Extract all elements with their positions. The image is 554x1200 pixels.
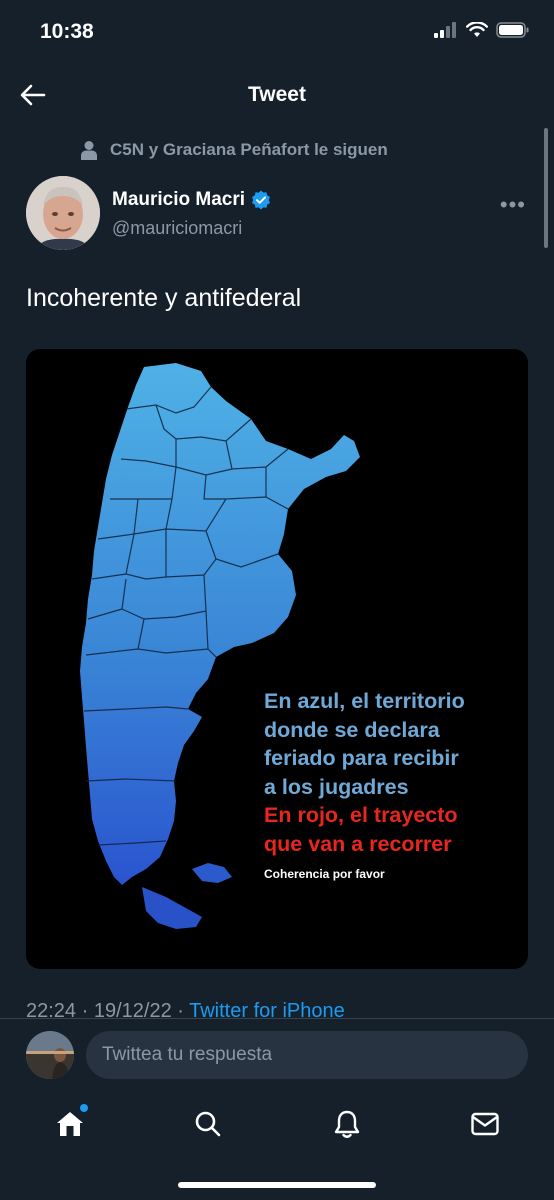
mail-icon [471, 1112, 499, 1136]
tab-notifications[interactable] [327, 1104, 367, 1144]
meta-separator: · [81, 1000, 94, 1020]
tweet-date: 19/12/22 [93, 1000, 172, 1020]
social-context-text: C5N y Graciana Peñafort le siguen [110, 140, 388, 159]
cellular-signal-icon [434, 22, 456, 38]
bell-icon [334, 1110, 360, 1138]
tab-messages[interactable] [465, 1104, 505, 1144]
home-icon [57, 1112, 83, 1136]
more-options-icon[interactable]: ••• [500, 194, 526, 216]
tab-search[interactable] [188, 1104, 228, 1144]
status-icons [434, 22, 530, 38]
caption-blue-line-2: donde se declara [264, 717, 440, 742]
reply-input[interactable] [86, 1031, 528, 1079]
verified-badge-icon [252, 190, 271, 210]
search-icon [195, 1111, 221, 1137]
caption-blue-line-4: a los jugadres [264, 774, 409, 799]
scrollbar[interactable] [544, 128, 548, 248]
person-icon [81, 141, 97, 160]
status-bar: 10:38 [0, 0, 554, 66]
caption-red-line-2: que van a recorrer [264, 831, 452, 856]
user-avatar[interactable] [26, 1031, 74, 1079]
home-indicator[interactable] [178, 1182, 376, 1188]
caption-blue-line-1: En azul, el territorio [264, 689, 465, 713]
tweet-meta: 22:24 · 19/12/22 · Twitter for iPhone [26, 1000, 345, 1020]
notification-dot [80, 1104, 88, 1112]
author-avatar[interactable] [26, 176, 100, 250]
media-caption: En azul, el territorio donde se declara … [264, 687, 465, 882]
wifi-icon [466, 22, 488, 37]
meta-separator: · [177, 1000, 190, 1020]
tweet-header: Mauricio Macri @mauriciomacri ••• [26, 176, 530, 252]
caption-red-line-1: En rojo, el trayecto [264, 803, 458, 827]
battery-icon [496, 22, 529, 38]
reply-bar [0, 1018, 554, 1090]
social-context[interactable]: C5N y Graciana Peñafort le siguen [80, 140, 388, 160]
tweet-text: Incoherente y antifederal [26, 284, 302, 312]
bottom-tab-bar [0, 1090, 554, 1200]
status-time: 10:38 [40, 20, 94, 43]
caption-blue-line-3: feriado para recibir [264, 746, 459, 770]
author-name-text: Mauricio Macri [112, 189, 246, 210]
caption-small-text: Coherencia por favor [264, 867, 385, 881]
tab-home[interactable] [50, 1104, 90, 1144]
author-handle[interactable]: @mauriciomacri [112, 218, 242, 239]
tweet-media-image[interactable]: En azul, el territorio donde se declara … [26, 349, 528, 969]
tweet-source-link[interactable]: Twitter for iPhone [189, 1000, 345, 1020]
page-title: Tweet [248, 83, 306, 106]
tweet-time: 22:24 [26, 1000, 77, 1020]
author-name[interactable]: Mauricio Macri [112, 189, 271, 211]
nav-bar: Tweet [0, 66, 554, 124]
